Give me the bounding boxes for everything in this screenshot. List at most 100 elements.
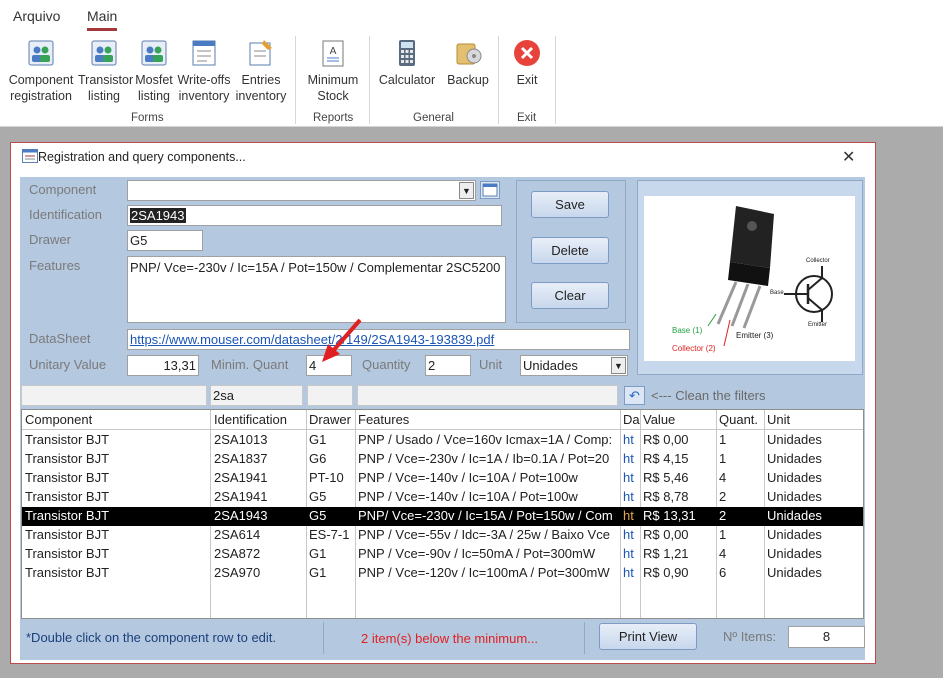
- collector-pin-label: Collector (2): [672, 344, 716, 353]
- minimum-stock-label: Minimum Stock: [307, 73, 359, 103]
- backup-button[interactable]: Backup: [444, 38, 492, 88]
- ribbon: Arquivo Main Component registration Tran…: [0, 0, 943, 127]
- cell-drawer: G5: [309, 508, 327, 523]
- calculator-button[interactable]: Calculator: [378, 38, 436, 88]
- unitary-value-label: Unitary Value: [29, 357, 107, 372]
- people-list-icon: [141, 40, 167, 66]
- chevron-down-icon[interactable]: ▼: [459, 182, 474, 199]
- open-form-icon[interactable]: [480, 181, 500, 199]
- write-offs-inventory-button[interactable]: Write-offs inventory: [176, 38, 232, 104]
- cell-unit: Unidades: [767, 508, 822, 523]
- table-row[interactable]: Transistor BJT 2SA872 G1 PNP / Vce=-90v / I…: [22, 545, 863, 564]
- items-count-value: 8: [788, 626, 865, 648]
- cell-value: R$ 4,15: [643, 451, 689, 466]
- filter-identification[interactable]: 2sa: [210, 385, 303, 406]
- table-header: Component Identification Drawer Features…: [22, 411, 863, 430]
- header-drawer[interactable]: Drawer: [309, 412, 351, 427]
- cell-unit: Unidades: [767, 527, 822, 542]
- save-button[interactable]: Save: [531, 191, 609, 218]
- identification-label: Identification: [29, 207, 102, 222]
- cell-quant: 1: [719, 451, 727, 466]
- header-value[interactable]: Value: [643, 412, 675, 427]
- header-identification[interactable]: Identification: [214, 412, 287, 427]
- exit-button[interactable]: Exit: [508, 38, 546, 88]
- cell-component: Transistor BJT: [25, 451, 110, 466]
- cell-datasheet: ht: [623, 508, 634, 523]
- unit-label: Unit: [479, 357, 503, 372]
- group-separator: [295, 36, 296, 124]
- table-row[interactable]: Transistor BJT 2SA1941 G5 PNP / Vce=-140v /…: [22, 488, 863, 507]
- cell-identification: 2SA1013: [214, 432, 268, 447]
- header-quant[interactable]: Quant.: [719, 412, 758, 427]
- cell-quant: 1: [719, 432, 727, 447]
- undo-icon[interactable]: ↶: [624, 386, 645, 405]
- datasheet-input[interactable]: https://www.mouser.com/datasheet/2/149/2…: [127, 329, 630, 350]
- entries-inventory-button[interactable]: Entries inventory: [234, 38, 288, 104]
- unitary-value-input[interactable]: 13,31: [127, 355, 199, 376]
- table-row[interactable]: Transistor BJT 2SA1837 G6 PNP / Vce=-230v /…: [22, 450, 863, 469]
- cell-quant: 2: [719, 489, 727, 504]
- cell-drawer: G5: [309, 489, 327, 504]
- table-row[interactable]: Transistor BJT 2SA614 ES-7-1 PNP / Vce=-55v…: [22, 526, 863, 545]
- header-datasheet[interactable]: Da: [623, 412, 640, 427]
- close-icon[interactable]: ✕: [842, 147, 855, 167]
- component-registration-button[interactable]: Component registration: [6, 38, 76, 104]
- filter-drawer[interactable]: [307, 385, 353, 406]
- component-select[interactable]: ▼: [127, 180, 476, 201]
- cell-datasheet: ht: [623, 489, 634, 504]
- minimum-stock-button[interactable]: A Minimum Stock: [304, 38, 362, 104]
- tab-main[interactable]: Main: [87, 8, 117, 24]
- table-row[interactable]: Transistor BJT 2SA1943 G5 PNP/ Vce=-230v / …: [22, 507, 863, 526]
- cell-drawer: ES-7-1: [309, 527, 350, 542]
- cell-component: Transistor BJT: [25, 432, 110, 447]
- cell-value: R$ 0,00: [643, 432, 689, 447]
- header-unit[interactable]: Unit: [767, 412, 790, 427]
- table-row[interactable]: Transistor BJT 2SA1941 PT-10 PNP / Vce=-140…: [22, 469, 863, 488]
- cell-features: PNP / Vce=-90v / Ic=50mA / Pot=300mW: [358, 546, 596, 561]
- chevron-down-icon[interactable]: ▼: [611, 357, 626, 374]
- base-pin-label: Base (1): [672, 326, 703, 335]
- filter-component[interactable]: [21, 385, 207, 406]
- tab-arquivo[interactable]: Arquivo: [13, 8, 60, 24]
- print-view-button[interactable]: Print View: [599, 623, 697, 650]
- symbol-emitter-label: Emitter: [808, 322, 828, 328]
- identification-input[interactable]: 2SA1943: [127, 205, 502, 226]
- table-row[interactable]: Transistor BJT 2SA1013 G1 PNP / Usado / Vce…: [22, 431, 863, 450]
- cell-component: Transistor BJT: [25, 565, 110, 580]
- table-row[interactable]: Transistor BJT 2SA970 G1 PNP / Vce=-120v / …: [22, 564, 863, 583]
- drawer-input[interactable]: G5: [127, 230, 203, 251]
- unit-select[interactable]: Unidades ▼: [520, 355, 628, 376]
- mosfet-listing-button[interactable]: Mosfet listing: [134, 38, 174, 104]
- quantity-input[interactable]: 2: [425, 355, 471, 376]
- group-label-forms: Forms: [131, 112, 164, 124]
- drawer-label: Drawer: [29, 232, 71, 247]
- cell-features: PNP / Vce=-55v / Idc=-3A / 25w / Baixo V…: [358, 527, 610, 542]
- header-features[interactable]: Features: [358, 412, 409, 427]
- cell-identification: 2SA614: [214, 527, 261, 542]
- clear-button[interactable]: Clear: [531, 282, 609, 309]
- header-component[interactable]: Component: [25, 412, 92, 427]
- cell-features: PNP / Vce=-140v / Ic=10A / Pot=100w: [358, 470, 578, 485]
- footer-divider: [584, 622, 585, 654]
- cell-value: R$ 5,46: [643, 470, 689, 485]
- transistor-listing-button[interactable]: Transistor listing: [78, 38, 133, 104]
- cell-datasheet: ht: [623, 546, 634, 561]
- cell-value: R$ 0,90: [643, 565, 689, 580]
- cell-features: PNP/ Vce=-230v / Ic=15A / Pot=150w / Com: [358, 508, 613, 523]
- cell-unit: Unidades: [767, 565, 822, 580]
- features-textarea[interactable]: PNP/ Vce=-230v / Ic=15A / Pot=150w / Com…: [127, 256, 506, 323]
- cell-value: R$ 1,21: [643, 546, 689, 561]
- cell-identification: 2SA970: [214, 565, 261, 580]
- cell-identification: 2SA1837: [214, 451, 268, 466]
- filter-features[interactable]: [357, 385, 618, 406]
- cell-identification: 2SA1941: [214, 489, 268, 504]
- cell-drawer: G6: [309, 451, 327, 466]
- close-circle-icon: [514, 40, 540, 66]
- calculator-icon: [399, 40, 415, 66]
- people-list-icon: [28, 40, 54, 66]
- delete-button[interactable]: Delete: [531, 237, 609, 264]
- svg-text:A: A: [330, 46, 337, 57]
- datasheet-link[interactable]: https://www.mouser.com/datasheet/2/149/2…: [130, 332, 494, 347]
- cell-features: PNP / Vce=-120v / Ic=100mA / Pot=300mW: [358, 565, 610, 580]
- cell-quant: 1: [719, 527, 727, 542]
